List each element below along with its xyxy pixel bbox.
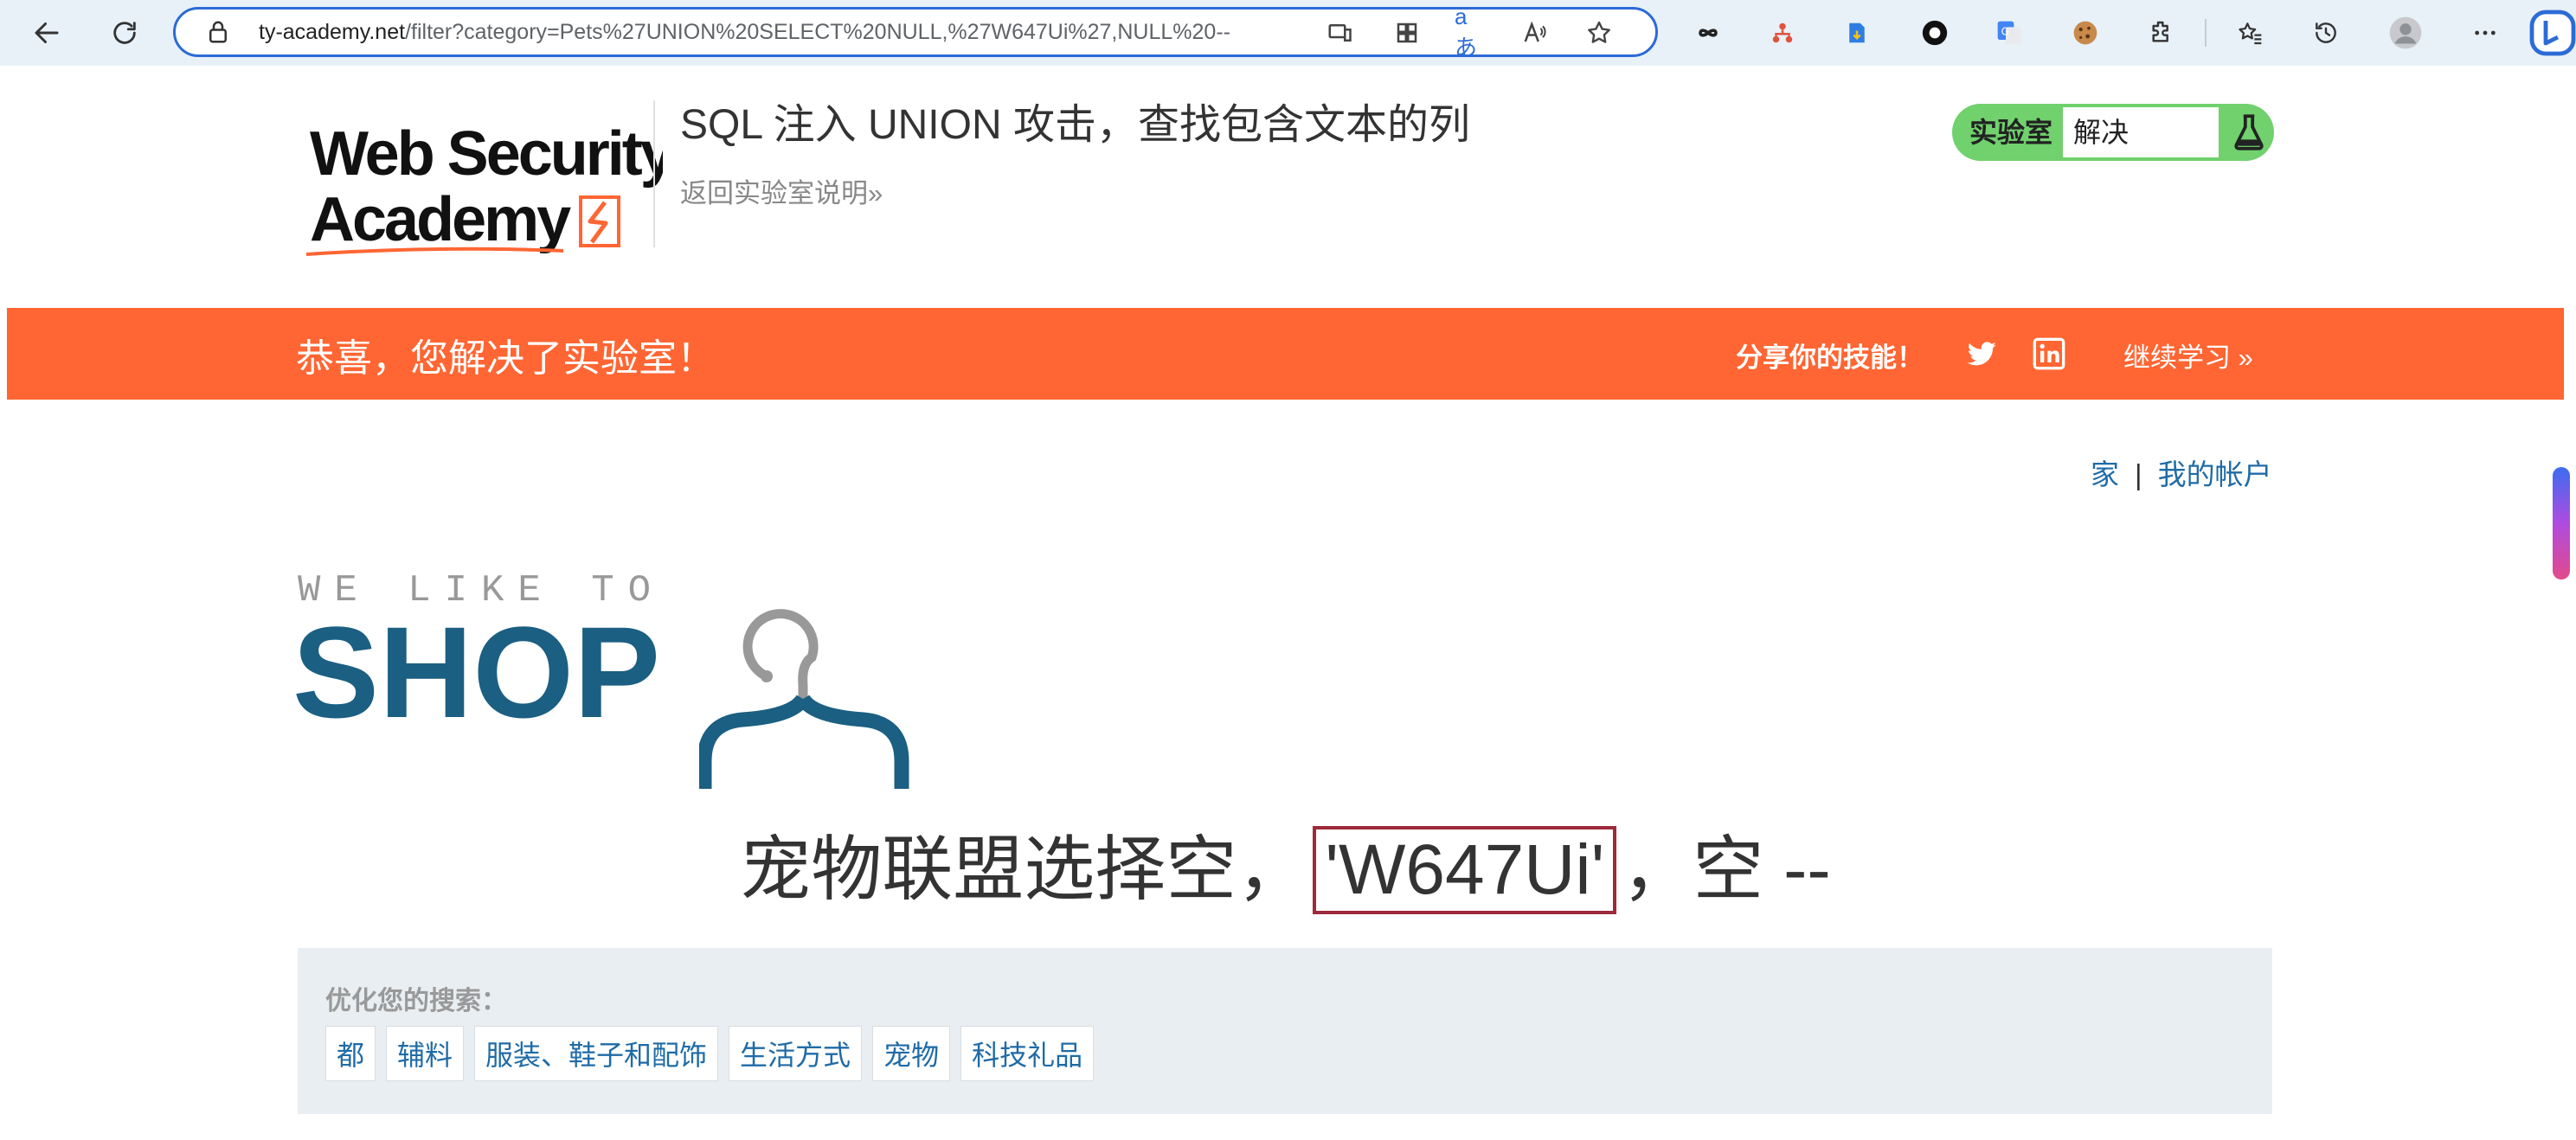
back-to-lab-description-link[interactable]: 返回实验室说明» <box>680 171 883 210</box>
svg-text:G: G <box>2001 26 2009 38</box>
url-text[interactable]: ty-academy.net/filter?category=Pets%27UN… <box>259 10 1470 54</box>
share-skills-text: 分享你的技能！ <box>1736 343 1924 373</box>
refine-search-panel: 优化您的搜索： 都 辅料 服装、鞋子和配饰 生活方式 宠物 科技礼品 <box>298 948 2272 1114</box>
filter-category-lifestyle[interactable]: 生活方式 <box>729 1026 863 1081</box>
back-button[interactable] <box>26 12 67 54</box>
hanger-icon <box>699 609 909 789</box>
heading-suffix: ，空 -- <box>1622 830 1831 909</box>
lab-status-value: 解决 <box>2073 117 2130 148</box>
more-menu-icon[interactable] <box>2464 12 2506 54</box>
browser-toolbar: ty-academy.net/filter?category=Pets%27UN… <box>0 0 2576 66</box>
extensions-puzzle-icon[interactable] <box>2141 12 2182 54</box>
twitter-icon[interactable] <box>1964 336 1999 371</box>
favorites-icon[interactable] <box>2229 12 2271 54</box>
svg-text:Academy: Academy <box>310 185 571 254</box>
refine-search-title: 优化您的搜索： <box>325 987 507 1015</box>
apps-icon[interactable] <box>1391 16 1423 49</box>
history-icon[interactable] <box>2305 12 2347 54</box>
google-translate-extension-icon[interactable]: G <box>1988 12 2030 54</box>
reload-icon <box>113 22 136 44</box>
lab-title: SQL 注入 UNION 攻击，查找包含文本的列 <box>680 102 1470 148</box>
cookie-extension-icon[interactable] <box>2065 12 2106 54</box>
infinity-extension-icon[interactable] <box>1687 12 1729 54</box>
filter-category-clothing[interactable]: 服装、鞋子和配饰 <box>474 1026 719 1081</box>
lock-icon[interactable] <box>205 19 231 45</box>
toolbar-divider <box>2205 19 2207 47</box>
header-divider <box>653 100 655 247</box>
shop-logo-title: SHOP <box>292 599 661 745</box>
lab-solved-banner: 恭喜，您解决了实验室！ 分享你的技能！ 继续学习 » <box>7 308 2564 400</box>
page-content: Web Security Academy SQL 注入 UNION 攻击，查找包… <box>7 66 2564 1140</box>
web-security-academy-logo[interactable]: Web Security Academy <box>299 100 663 299</box>
flask-icon <box>2234 114 2264 151</box>
url-path: /filter?category=Pets%27UNION%20SELECT%2… <box>405 20 1230 44</box>
filter-category-pets[interactable]: 宠物 <box>872 1026 951 1081</box>
injected-text-highlight: 'W647Ui' <box>1313 826 1617 914</box>
copilot-icon <box>2529 10 2576 56</box>
home-link[interactable]: 家 <box>2091 458 2119 490</box>
heading-prefix: 宠物联盟选择空， <box>740 830 1308 909</box>
address-bar[interactable]: ty-academy.net/filter?category=Pets%27UN… <box>173 3 1658 61</box>
document-download-extension-icon[interactable] <box>1836 12 1878 54</box>
favorite-star-icon[interactable] <box>1583 16 1616 49</box>
user-nav-links: 家 | 我的帐户 <box>2091 452 2272 493</box>
lab-solved-message: 恭喜，您解决了实验室！ <box>296 337 715 380</box>
category-heading: 宠物联盟选择空， 'W647Ui' ，空 -- <box>7 811 2564 914</box>
my-account-link[interactable]: 我的帐户 <box>2158 458 2272 490</box>
lab-status-label: 实验室 <box>1969 117 2053 148</box>
lab-status-badge: 实验室 解决 <box>1952 104 2274 161</box>
profile-avatar-icon[interactable] <box>2385 12 2426 54</box>
linkedin-icon[interactable] <box>2032 336 2066 371</box>
record-extension-icon[interactable] <box>1914 12 1956 54</box>
url-host: ty-academy.net <box>259 20 406 44</box>
category-filter-list: 都 辅料 服装、鞋子和配饰 生活方式 宠物 科技礼品 <box>325 1026 1095 1081</box>
copilot-sidebar-button[interactable] <box>2527 7 2576 59</box>
back-arrow-icon <box>35 22 59 43</box>
nav-separator: | <box>2135 458 2142 490</box>
filter-category-all[interactable]: 都 <box>325 1026 376 1081</box>
read-aloud-icon[interactable] <box>1519 16 1551 49</box>
lab-status-value-box: 解决 <box>2063 107 2219 157</box>
translate-icon[interactable]: aあ <box>1455 3 1487 61</box>
filter-category-accessories[interactable]: 辅料 <box>386 1026 465 1081</box>
reload-button[interactable] <box>104 12 145 54</box>
device-cast-icon[interactable] <box>1323 16 1356 49</box>
continue-learning-link[interactable]: 继续学习 » <box>2123 336 2253 375</box>
filter-category-tech-gifts[interactable]: 科技礼品 <box>960 1026 1095 1081</box>
svg-text:Web Security: Web Security <box>310 119 663 189</box>
sidebar-edge-handle[interactable] <box>2553 467 2570 580</box>
sitemap-extension-icon[interactable] <box>1762 12 1803 54</box>
